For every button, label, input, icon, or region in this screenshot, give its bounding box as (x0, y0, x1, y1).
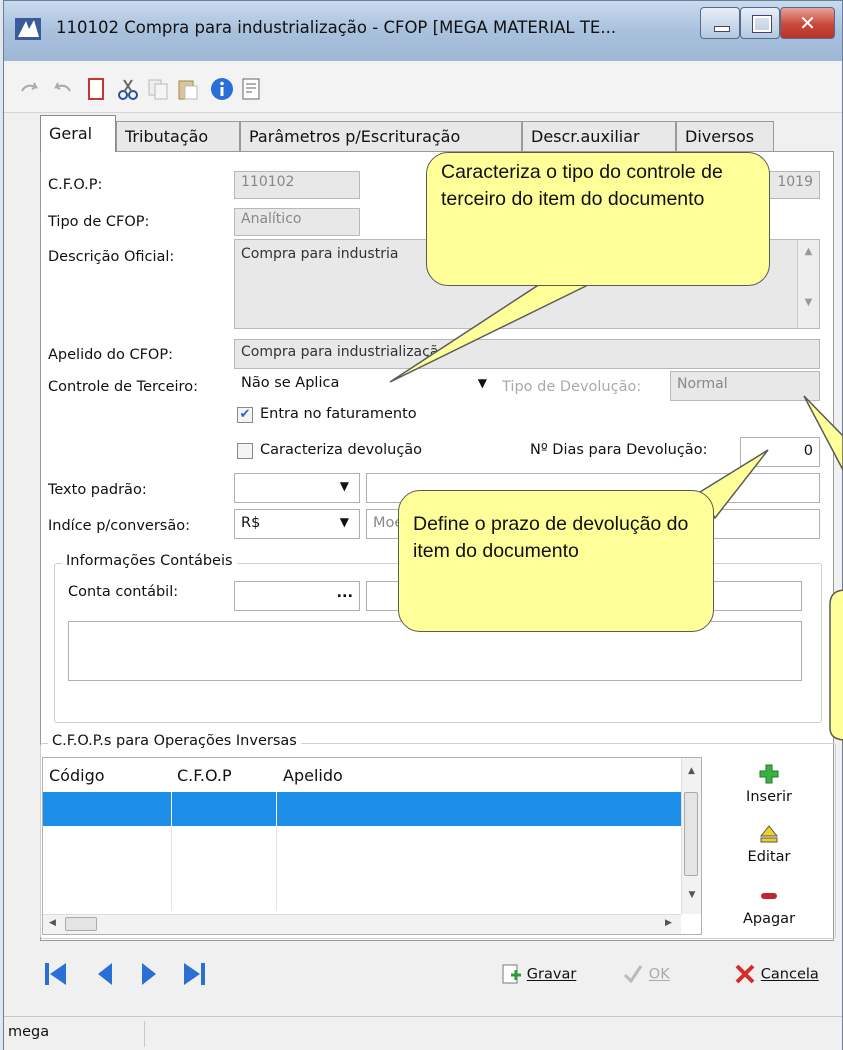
callout-partial-right (803, 395, 843, 741)
entra-faturamento-checkbox[interactable]: ✔ (237, 407, 253, 423)
cancela-label: Cancela (760, 966, 819, 983)
cancela-button[interactable]: Cancela (734, 963, 819, 985)
first-record-icon[interactable] (42, 959, 70, 989)
gravar-button[interactable]: Gravar (500, 963, 576, 985)
title-bar[interactable]: 110102 Compra para industrialização - CF… (4, 1, 842, 61)
descricao-oficial-label: Descrição Oficial: (48, 249, 175, 265)
callout-prazo-devolucao: Define o prazo de devolução do item do d… (398, 490, 714, 632)
table-row[interactable] (43, 792, 681, 826)
chevron-down-icon[interactable]: ▼ (340, 479, 349, 493)
callout-controle-text: Caracteriza o tipo do controle de tercei… (441, 161, 723, 210)
texto-padrao-label: Texto padrão: (48, 482, 147, 498)
tipo-cfop-value: Analítico (241, 211, 302, 227)
action-bar: Gravar OK Cancela (4, 941, 842, 1016)
scroll-down-arrow-icon[interactable]: ▼ (682, 890, 702, 900)
copy-icon[interactable] (146, 77, 170, 101)
next-record-icon[interactable] (138, 959, 160, 989)
maximize-button[interactable] (740, 7, 780, 39)
conta-contabil-label: Conta contábil: (68, 584, 179, 600)
indice-conversao-label: Indíce p/conversão: (48, 518, 190, 534)
scroll-right-arrow-icon[interactable]: ▶ (665, 918, 672, 928)
controle-terceiro-value: Não se Aplica (241, 375, 340, 391)
controle-terceiro-label: Controle de Terceiro: (48, 379, 198, 395)
cfop-label: C.F.O.P: (48, 177, 103, 193)
callout-controle-terceiro: Caracteriza o tipo do controle de tercei… (426, 152, 770, 286)
column-header-apelido[interactable]: Apelido (283, 766, 343, 785)
entra-faturamento-label: Entra no faturamento (260, 406, 417, 422)
cancel-x-icon (735, 964, 755, 984)
tab-tributacao[interactable]: Tributação (116, 121, 240, 151)
cut-icon[interactable] (116, 77, 140, 101)
close-button[interactable]: ✕ (780, 7, 835, 39)
ellipsis-icon[interactable]: ... (336, 585, 353, 601)
scroll-thumb[interactable] (65, 917, 97, 931)
operacoes-inversas-title: C.F.O.P.s para Operações Inversas (48, 733, 301, 749)
paste-icon[interactable] (176, 77, 200, 101)
tab-descr-auxiliar[interactable]: Descr.auxiliar (522, 121, 676, 151)
save-icon (502, 964, 521, 984)
grid-vertical-scrollbar[interactable]: ▲ ▼ (681, 758, 701, 914)
toolbar (4, 61, 842, 113)
apagar-label: Apagar (742, 911, 796, 927)
inserir-button[interactable]: Inserir (734, 763, 804, 805)
app-icon (15, 18, 41, 40)
indice-conversao-select[interactable]: R$ ▼ (234, 509, 360, 539)
info-icon[interactable] (210, 77, 234, 101)
new-document-icon[interactable] (84, 77, 108, 101)
inserir-label: Inserir (746, 789, 792, 805)
checkmark-icon (623, 965, 643, 984)
undo-icon[interactable] (18, 77, 42, 101)
redo-icon[interactable] (50, 77, 74, 101)
status-bar: mega (4, 1016, 842, 1050)
eject-icon (759, 825, 779, 843)
column-header-cfop[interactable]: C.F.O.P (177, 766, 232, 785)
column-header-codigo[interactable]: Código (49, 766, 105, 785)
apagar-button[interactable]: Apagar (734, 885, 804, 927)
scroll-left-arrow-icon[interactable]: ◀ (49, 918, 56, 928)
status-user: mega (8, 1024, 50, 1040)
ok-label: OK (648, 966, 670, 983)
grid-horizontal-scrollbar[interactable]: ◀ ▶ (43, 914, 681, 934)
plus-icon (759, 764, 779, 784)
window-title: 110102 Compra para industrialização - CF… (56, 18, 617, 37)
minus-icon (761, 893, 777, 899)
chevron-down-icon[interactable]: ▼ (340, 515, 349, 529)
callout-prazo-text: Define o prazo de devolução do item do d… (413, 513, 689, 562)
scroll-up-arrow-icon[interactable]: ▲ (682, 766, 701, 776)
ok-button[interactable]: OK (622, 963, 670, 985)
informacoes-contabeis-title: Informações Contábeis (62, 553, 237, 569)
editar-button[interactable]: Editar (734, 823, 804, 865)
apelido-label: Apelido do CFOP: (48, 347, 173, 363)
texto-padrao-select[interactable]: ▼ (234, 473, 360, 503)
cfop-field: 110102 (234, 171, 360, 199)
descricao-oficial-value: Compra para industria (241, 246, 399, 262)
indice-conversao-value: R$ (241, 515, 261, 531)
minimize-button[interactable] (700, 7, 740, 39)
conta-contabil-lookup[interactable]: ... (234, 581, 360, 611)
tab-parametros[interactable]: Parâmetros p/Escrituração (240, 121, 522, 151)
caracteriza-devolucao-label: Caracteriza devolução (260, 442, 423, 458)
tab-diversos[interactable]: Diversos (676, 121, 774, 151)
caracteriza-devolucao-checkbox[interactable] (237, 443, 253, 459)
tab-geral[interactable]: Geral (40, 115, 116, 152)
scroll-thumb[interactable] (684, 792, 698, 876)
tipo-cfop-label: Tipo de CFOP: (48, 214, 150, 230)
tipo-cfop-select: Analítico (234, 208, 360, 236)
operacoes-inversas-grid[interactable]: Código C.F.O.P Apelido ▲ ▼ ◀ ▶ (42, 757, 702, 935)
report-icon[interactable] (240, 77, 264, 101)
editar-label: Editar (747, 849, 791, 865)
gravar-label: Gravar (526, 966, 577, 983)
previous-record-icon[interactable] (94, 959, 116, 989)
last-record-icon[interactable] (180, 959, 208, 989)
